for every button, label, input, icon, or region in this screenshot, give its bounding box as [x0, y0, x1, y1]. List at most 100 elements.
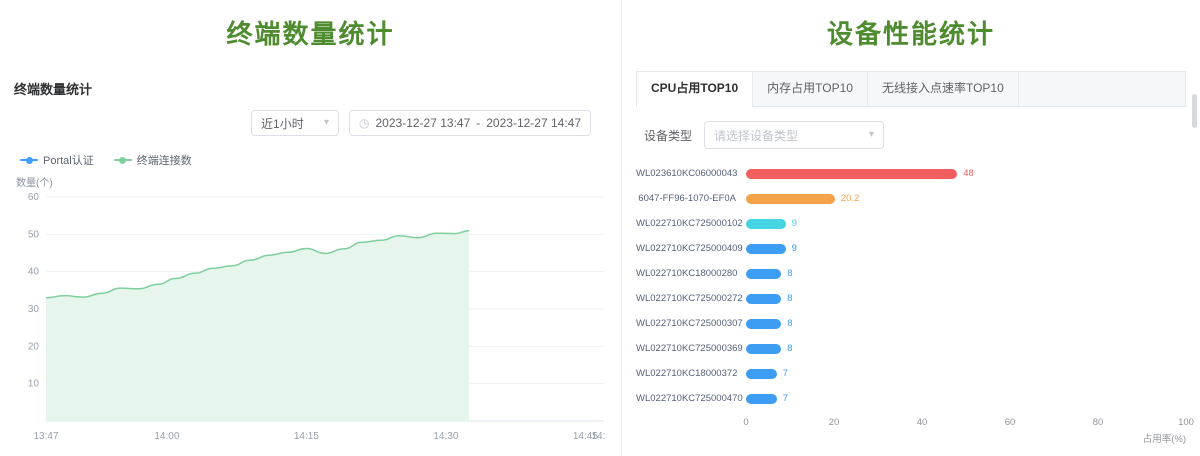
- bar-track: 9: [746, 243, 1186, 254]
- right-page-title: 设备性能统计: [636, 14, 1186, 51]
- bar-category-label: WL022710KC725000369: [636, 343, 746, 354]
- x-axis-tick: 60: [1005, 417, 1016, 428]
- date-range-picker[interactable]: ◷ 2023-12-27 13:47 - 2023-12-27 14:47: [349, 110, 591, 136]
- bar-value-label: 8: [787, 268, 792, 279]
- bar-row: WL022710KC725000272 8: [636, 286, 1186, 311]
- svg-text:20: 20: [28, 341, 40, 352]
- device-performance-panel: 设备性能统计 CPU占用TOP10内存占用TOP10无线接入点速率TOP10 设…: [622, 0, 1200, 456]
- bar: [746, 319, 781, 329]
- clock-icon: ◷: [359, 116, 369, 130]
- bar-value-label: 8: [787, 343, 792, 354]
- bar-track: 8: [746, 318, 1186, 329]
- svg-text:14:30: 14:30: [433, 431, 458, 442]
- svg-text:40: 40: [28, 267, 40, 278]
- svg-text:13:47: 13:47: [33, 431, 58, 442]
- device-type-placeholder: 请选择设备类型: [714, 127, 798, 144]
- x-axis-name: 占用率(%): [1143, 431, 1186, 445]
- bar-row: WL022710KC18000372 7: [636, 361, 1186, 386]
- bar-value-label: 9: [792, 243, 797, 254]
- bar-track: 8: [746, 293, 1186, 304]
- svg-text:14:15: 14:15: [294, 431, 319, 442]
- svg-text:14:47: 14:47: [591, 431, 606, 442]
- bar-track: 48: [746, 168, 1186, 179]
- time-range-select[interactable]: 近1小时 ▾: [251, 110, 339, 136]
- bar: [746, 269, 781, 279]
- tab[interactable]: CPU占用TOP10: [637, 72, 753, 107]
- performance-tabs: CPU占用TOP10内存占用TOP10无线接入点速率TOP10: [636, 71, 1186, 107]
- legend-item[interactable]: 终端连接数: [114, 152, 192, 168]
- bar-track: 7: [746, 368, 1186, 379]
- bar: [746, 194, 835, 204]
- bar-value-label: 9: [792, 218, 797, 229]
- bar-row: WL022710KC18000280 8: [636, 261, 1186, 286]
- chart-legend: Portal认证 终端连接数: [20, 152, 607, 168]
- bar: [746, 369, 777, 379]
- scrollbar[interactable]: [1192, 94, 1197, 128]
- legend-item[interactable]: Portal认证: [20, 152, 94, 168]
- x-axis-tick: 0: [743, 417, 748, 428]
- bar-row: WL022710KC725000307 8: [636, 311, 1186, 336]
- svg-text:60: 60: [28, 192, 40, 203]
- bar-category-label: WL022710KC725000470: [636, 393, 746, 404]
- date-separator: -: [476, 116, 480, 130]
- bar-row: WL022710KC725000369 8: [636, 336, 1186, 361]
- left-page-title: 终端数量统计: [14, 14, 607, 51]
- bar-value-label: 8: [787, 293, 792, 304]
- chart-controls: 近1小时 ▾ ◷ 2023-12-27 13:47 - 2023-12-27 1…: [14, 110, 607, 136]
- terminal-count-card: 终端数量统计 近1小时 ▾ ◷ 2023-12-27 13:47 - 2023-…: [14, 71, 607, 450]
- bar-chart-x-axis: 占用率(%) 020406080100: [746, 417, 1186, 449]
- bar-row: WL022710KC725000470 7: [636, 386, 1186, 411]
- bar-category-label: WL022710KC18000280: [636, 268, 746, 279]
- terminal-count-panel: 终端数量统计 终端数量统计 近1小时 ▾ ◷ 2023-12-27 13:47 …: [0, 0, 622, 456]
- bar-category-label: WL022710KC725000307: [636, 318, 746, 329]
- x-axis-tick: 100: [1178, 417, 1194, 428]
- chevron-down-icon: ▾: [869, 130, 874, 140]
- bar-value-label: 7: [783, 368, 788, 379]
- device-type-label: 设备类型: [644, 127, 692, 144]
- svg-text:14:00: 14:00: [154, 431, 179, 442]
- bar-row: 6047-FF96-1070-EF0A 20.2: [636, 186, 1186, 211]
- svg-text:50: 50: [28, 229, 40, 240]
- device-type-select[interactable]: 请选择设备类型 ▾: [704, 121, 884, 149]
- bar-category-label: WL023610KC06000043: [636, 168, 746, 179]
- bar: [746, 344, 781, 354]
- card-title: 终端数量统计: [14, 71, 607, 110]
- svg-text:10: 10: [28, 379, 40, 390]
- bar: [746, 394, 777, 404]
- x-axis-tick: 40: [917, 417, 928, 428]
- bar-row: WL022710KC725000102 9: [636, 211, 1186, 236]
- bar-value-label: 20.2: [841, 193, 860, 204]
- bar-row: WL022710KC725000409 9: [636, 236, 1186, 261]
- bar-value-label: 7: [783, 393, 788, 404]
- bar-value-label: 8: [787, 318, 792, 329]
- bar-track: 8: [746, 268, 1186, 279]
- bar: [746, 244, 786, 254]
- date-end: 2023-12-27 14:47: [486, 116, 581, 130]
- bar-category-label: WL022710KC725000102: [636, 218, 746, 229]
- bar: [746, 219, 786, 229]
- bar-category-label: WL022710KC725000409: [636, 243, 746, 254]
- bar-track: 8: [746, 343, 1186, 354]
- bar-category-label: WL022710KC725000272: [636, 293, 746, 304]
- bar-category-label: WL022710KC18000372: [636, 368, 746, 379]
- chevron-down-icon: ▾: [324, 118, 329, 128]
- cpu-top10-bar-chart: WL023610KC06000043 48 6047-FF96-1070-EF0A 2…: [636, 161, 1186, 411]
- bar-track: 20.2: [746, 193, 1186, 204]
- terminal-count-line-chart: 10203040506013:4714:0014:1514:3014:4514:…: [14, 189, 606, 445]
- bar-track: 9: [746, 218, 1186, 229]
- bar: [746, 169, 957, 179]
- bar-value-label: 48: [963, 168, 974, 179]
- bar-category-label: 6047-FF96-1070-EF0A: [636, 193, 746, 204]
- legend-marker-icon: [20, 159, 38, 161]
- date-start: 2023-12-27 13:47: [376, 116, 471, 130]
- x-axis-tick: 80: [1093, 417, 1104, 428]
- bar-track: 7: [746, 393, 1186, 404]
- svg-text:30: 30: [28, 304, 40, 315]
- tab[interactable]: 无线接入点速率TOP10: [868, 72, 1019, 106]
- time-range-value: 近1小时: [261, 115, 304, 132]
- tabs-filler: [1019, 72, 1185, 106]
- legend-label: Portal认证: [43, 152, 94, 168]
- tab[interactable]: 内存占用TOP10: [753, 72, 868, 106]
- device-type-filter-row: 设备类型 请选择设备类型 ▾: [644, 121, 1186, 149]
- y-axis-name: 数量(个): [16, 174, 607, 189]
